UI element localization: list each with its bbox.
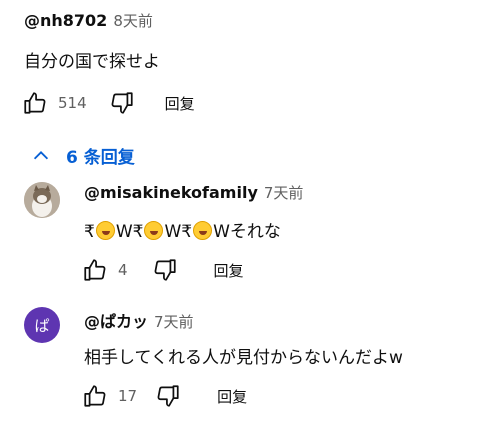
- thumbs-down-icon: [111, 92, 133, 114]
- like-button[interactable]: [80, 255, 110, 285]
- thumbs-down-icon: [157, 385, 179, 407]
- reply-actions: 17 回复: [80, 381, 247, 411]
- replies-count-label: 6 条回复: [66, 148, 135, 168]
- like-count: 17: [118, 387, 138, 405]
- laughing-emoji-icon: [144, 221, 164, 240]
- dislike-button[interactable]: [153, 381, 183, 411]
- comment-author[interactable]: @nh8702: [24, 11, 107, 30]
- reply-time[interactable]: 7天前: [264, 184, 304, 202]
- reply-text-part: Wそれな: [213, 222, 281, 242]
- replies-toggle[interactable]: 6 条回复: [30, 143, 135, 168]
- comment-header: @nh8702 8天前: [24, 10, 153, 31]
- avatar[interactable]: ぱ: [24, 307, 60, 343]
- like-button[interactable]: [20, 88, 50, 118]
- reply-text-part: W₹: [115, 222, 144, 242]
- reply-button[interactable]: 回复: [217, 386, 247, 407]
- thumbs-down-icon: [154, 259, 176, 281]
- thumbs-up-icon: [84, 385, 106, 407]
- reply-author[interactable]: @ぱカッ: [84, 312, 148, 331]
- like-count: 4: [118, 261, 128, 279]
- like-button[interactable]: [80, 381, 110, 411]
- reply-text-part: ₹: [84, 222, 95, 242]
- comment-time[interactable]: 8天前: [113, 12, 153, 30]
- reply-text-part: W₹: [164, 222, 193, 242]
- avatar[interactable]: [24, 182, 60, 218]
- reply-text: ₹ W₹ W₹ Wそれな: [84, 217, 281, 242]
- laughing-emoji-icon: [95, 221, 115, 240]
- reply-actions: 4 回复: [80, 255, 244, 285]
- reply-button[interactable]: 回复: [165, 93, 195, 114]
- avatar-letter: ぱ: [34, 316, 50, 335]
- comment-text: 自分の国で探せよ: [24, 52, 160, 72]
- cat-photo-avatar: [24, 182, 60, 218]
- laughing-emoji-icon: [193, 221, 213, 240]
- reply-header: @misakinekofamily 7天前: [84, 182, 303, 203]
- thumbs-up-icon: [24, 92, 46, 114]
- reply-author[interactable]: @misakinekofamily: [84, 183, 258, 202]
- dislike-button[interactable]: [107, 88, 137, 118]
- reply-time[interactable]: 7天前: [154, 313, 194, 331]
- reply-button[interactable]: 回复: [214, 260, 244, 281]
- thumbs-up-icon: [84, 259, 106, 281]
- chevron-up-icon: [33, 150, 49, 159]
- reply-header: @ぱカッ 7天前: [84, 308, 194, 332]
- comment-actions: 514 回复: [20, 88, 195, 118]
- dislike-button[interactable]: [150, 255, 180, 285]
- reply-text: 相手してくれる人が見付からないんだよw: [84, 348, 403, 368]
- like-count: 514: [58, 94, 87, 112]
